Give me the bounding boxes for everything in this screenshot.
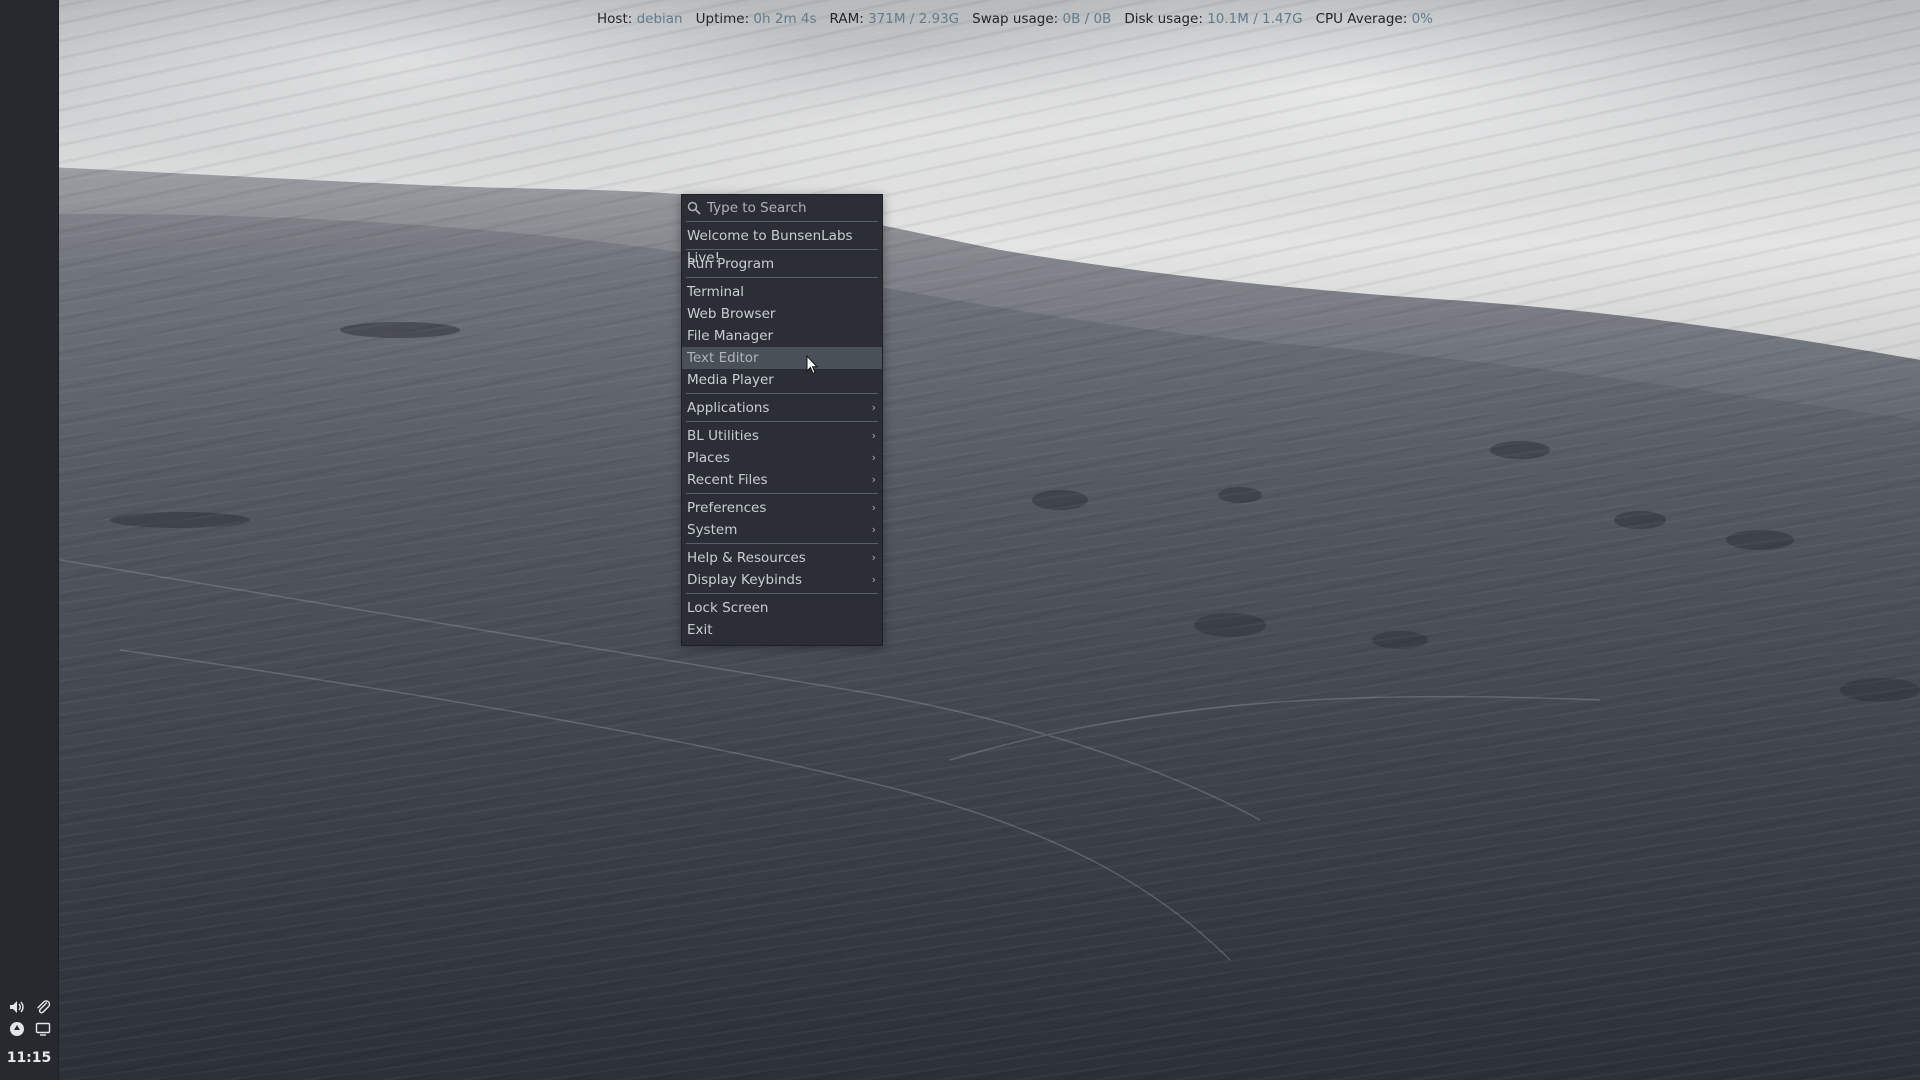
submenu-arrow-icon: › <box>871 401 876 414</box>
search-icon <box>687 201 701 215</box>
submenu-arrow-icon: › <box>871 551 876 564</box>
status-value: 0h 2m 4s <box>753 11 817 27</box>
left-panel: 11:15 <box>0 0 59 1080</box>
menu-item-display-keybinds[interactable]: Display Keybinds › <box>682 569 882 591</box>
menu-item-label: Applications <box>687 400 770 416</box>
network-icon[interactable] <box>8 1020 26 1038</box>
menu-item-label: Exit <box>687 622 713 638</box>
menu-item-file-manager[interactable]: File Manager <box>682 325 882 347</box>
submenu-arrow-icon: › <box>871 473 876 486</box>
menu-separator <box>686 593 878 594</box>
menu-item-system[interactable]: System › <box>682 519 882 541</box>
menu-item-exit[interactable]: Exit <box>682 619 882 641</box>
menu-item-label: Terminal <box>687 284 745 300</box>
menu-item-preferences[interactable]: Preferences › <box>682 497 882 519</box>
status-host: Host: debian <box>597 11 683 27</box>
menu-item-run-program[interactable]: Run Program <box>682 253 882 275</box>
menu-item-media-player[interactable]: Media Player <box>682 369 882 391</box>
submenu-arrow-icon: › <box>871 573 876 586</box>
submenu-arrow-icon: › <box>871 501 876 514</box>
menu-item-label: Run Program <box>687 256 775 272</box>
wallpaper-dune <box>0 165 1920 1080</box>
menu-item-label: Lock Screen <box>687 600 769 616</box>
menu-item-applications[interactable]: Applications › <box>682 397 882 419</box>
status-value: 371M / 2.93G <box>868 11 960 27</box>
menu-item-lock-screen[interactable]: Lock Screen <box>682 597 882 619</box>
menu-separator <box>686 393 878 394</box>
menu-item-bl-utilities[interactable]: BL Utilities › <box>682 425 882 447</box>
status-label: Host: <box>597 11 633 27</box>
status-uptime: Uptime: 0h 2m 4s <box>696 11 817 27</box>
menu-separator <box>686 277 878 278</box>
status-value: debian <box>636 11 683 27</box>
submenu-arrow-icon: › <box>871 451 876 464</box>
status-disk-usage: Disk usage: 10.1M / 1.47G <box>1124 11 1302 27</box>
status-label: CPU Average: <box>1315 11 1408 27</box>
menu-items: Welcome to BunsenLabs Live! Run Program Te… <box>682 221 882 641</box>
menu-separator <box>686 543 878 544</box>
menu-item-label: Recent Files <box>687 472 768 488</box>
tray-row-bottom <box>8 1019 52 1039</box>
menu-item-welcome-to-bunsenlabs-live[interactable]: Welcome to BunsenLabs Live! <box>682 225 882 266</box>
status-value: 10.1M / 1.47G <box>1207 11 1303 27</box>
paperclip-icon[interactable] <box>34 998 52 1016</box>
menu-separator <box>686 421 878 422</box>
menu-item-places[interactable]: Places › <box>682 447 882 469</box>
menu-item-label: Web Browser <box>687 306 776 322</box>
status-label: RAM: <box>829 11 864 27</box>
menu-item-label: File Manager <box>687 328 774 344</box>
menu-item-label: Help & Resources <box>687 550 806 566</box>
menu-item-recent-files[interactable]: Recent Files › <box>682 469 882 491</box>
menu-item-label: Display Keybinds <box>687 572 803 588</box>
menu-item-label: Text Editor <box>687 350 759 366</box>
menu-search-placeholder: Type to Search <box>707 200 807 216</box>
menu-item-label: Media Player <box>687 372 774 388</box>
system-status-line: Host: debian Uptime: 0h 2m 4s RAM: 371M / … <box>597 11 1446 31</box>
mouse-cursor-icon <box>806 355 818 375</box>
tray-row-top <box>8 997 52 1017</box>
desktop[interactable]: Host: debian Uptime: 0h 2m 4s RAM: 371M / … <box>0 0 1920 1080</box>
panel-clock[interactable]: 11:15 <box>0 1050 58 1066</box>
menu-item-label: Preferences <box>687 500 767 516</box>
menu-item-text-editor[interactable]: Text Editor <box>682 347 882 369</box>
status-value: 0B / 0B <box>1062 11 1112 27</box>
menu-item-help-and-resources[interactable]: Help & Resources › <box>682 547 882 569</box>
submenu-arrow-icon: › <box>871 523 876 536</box>
status-swap-usage: Swap usage: 0B / 0B <box>972 11 1111 27</box>
menu-item-terminal[interactable]: Terminal <box>682 281 882 303</box>
status-label: Disk usage: <box>1124 11 1203 27</box>
display-icon[interactable] <box>34 1020 52 1038</box>
menu-separator <box>686 493 878 494</box>
menu-item-label: System <box>687 522 738 538</box>
status-value: 0% <box>1411 11 1434 27</box>
menu-item-label: Places <box>687 450 730 466</box>
status-label: Uptime: <box>695 11 750 27</box>
menu-separator <box>686 221 878 222</box>
submenu-arrow-icon: › <box>871 429 876 442</box>
status-cpu-average: CPU Average: 0% <box>1316 11 1433 27</box>
menu-item-web-browser[interactable]: Web Browser <box>682 303 882 325</box>
root-menu: Type to Search Welcome to BunsenLabs Liv… <box>681 194 883 646</box>
menu-item-label: BL Utilities <box>687 428 759 444</box>
volume-icon[interactable] <box>8 998 26 1016</box>
menu-search[interactable]: Type to Search <box>682 197 882 219</box>
status-ram: RAM: 371M / 2.93G <box>830 11 960 27</box>
status-label: Swap usage: <box>972 11 1059 27</box>
